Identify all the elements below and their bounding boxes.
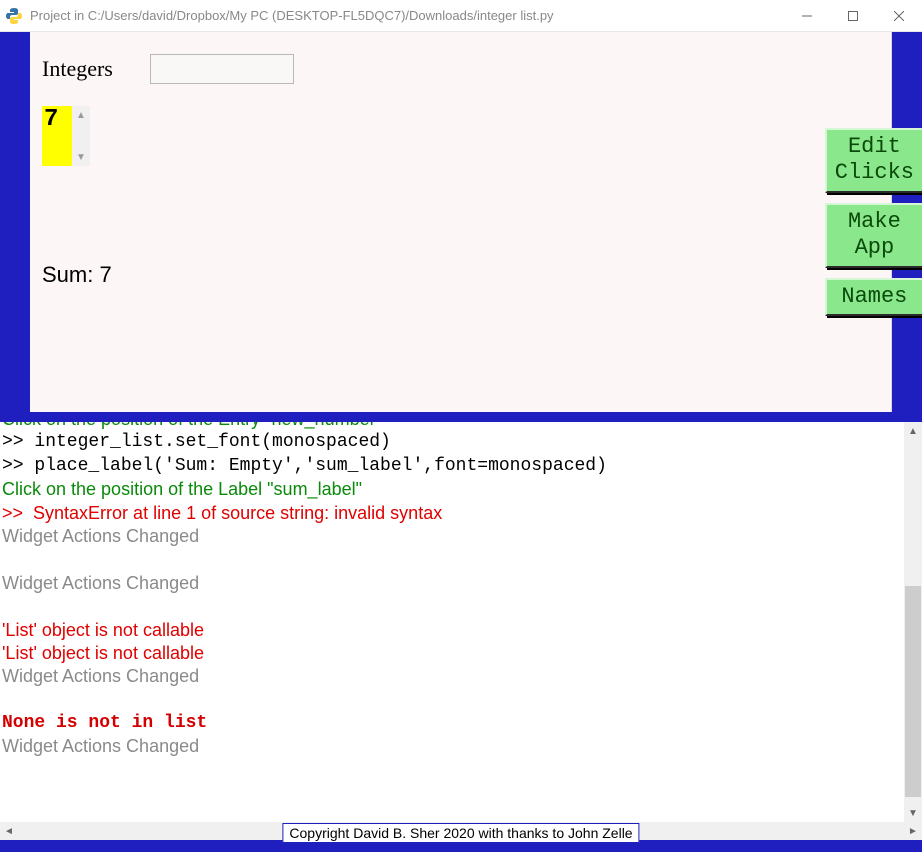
console-line: None is not in list <box>2 712 904 735</box>
console-line <box>2 689 904 712</box>
console-line: Click on the position of the Label "sum_… <box>2 478 904 501</box>
close-button[interactable] <box>876 0 922 31</box>
app-canvas: Integers 7 ▲ ▼ Sum: 7 <box>30 32 892 412</box>
scroll-thumb[interactable] <box>905 586 921 797</box>
console-line: Click on the position of the Entry "new_… <box>2 422 904 431</box>
scroll-down-icon[interactable]: ▼ <box>72 148 90 166</box>
copyright-label: Copyright David B. Sher 2020 with thanks… <box>282 823 639 843</box>
scroll-right-icon[interactable]: ► <box>904 822 922 840</box>
console-line: Widget Actions Changed <box>2 572 904 595</box>
scroll-left-icon[interactable]: ◄ <box>0 822 18 840</box>
scroll-up-icon[interactable]: ▲ <box>904 422 922 440</box>
console-vertical-scrollbar[interactable]: ▲ ▼ <box>904 422 922 822</box>
names-button[interactable]: Names <box>825 278 922 316</box>
window-title: Project in C:/Users/david/Dropbox/My PC … <box>30 8 554 23</box>
console-line: Widget Actions Changed <box>2 665 904 688</box>
make-app-button[interactable]: Make App <box>825 203 922 268</box>
integer-listbox[interactable]: 7 <box>42 106 72 166</box>
console-line: 'List' object is not callable <box>2 619 904 642</box>
console-line: >> SyntaxError at line 1 of source strin… <box>2 502 904 525</box>
listbox-scrollbar[interactable]: ▲ ▼ <box>72 106 90 166</box>
console-line: >> integer_list.set_font(monospaced) <box>2 431 904 454</box>
console-line: Widget Actions Changed <box>2 735 904 758</box>
console-line: >> place_label('Sum: Empty','sum_label',… <box>2 455 904 478</box>
edit-clicks-button[interactable]: Edit Clicks <box>825 128 922 193</box>
integers-label: Integers <box>42 56 113 82</box>
minimize-button[interactable] <box>784 0 830 31</box>
python-icon <box>6 8 22 24</box>
console-line <box>2 595 904 618</box>
scroll-up-icon[interactable]: ▲ <box>72 106 90 124</box>
console-line: 'List' object is not callable <box>2 642 904 665</box>
titlebar: Project in C:/Users/david/Dropbox/My PC … <box>0 0 922 32</box>
console-line <box>2 548 904 571</box>
scroll-down-icon[interactable]: ▼ <box>904 804 922 822</box>
maximize-button[interactable] <box>830 0 876 31</box>
sum-label: Sum: 7 <box>42 262 112 288</box>
console-line: Widget Actions Changed <box>2 525 904 548</box>
app-frame: Integers 7 ▲ ▼ Sum: 7 Edit Clicks Make A… <box>0 32 922 422</box>
new-number-input[interactable] <box>150 54 294 84</box>
console-output[interactable]: Click on the position of the Entry "new_… <box>0 422 904 822</box>
